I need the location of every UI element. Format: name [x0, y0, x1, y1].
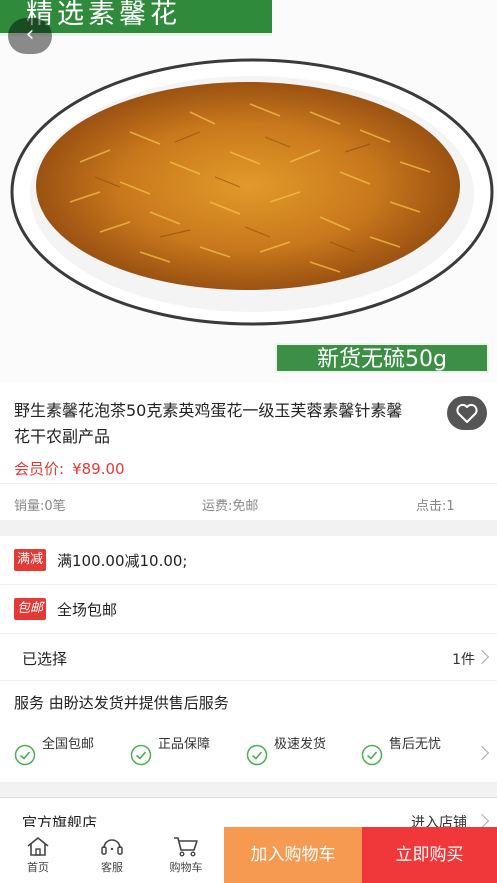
- promo-tag: 满减: [14, 549, 47, 571]
- feature-item: 正品保障: [130, 736, 240, 772]
- nav-label: 购物车: [169, 861, 203, 874]
- nav-label: 首页: [27, 861, 49, 874]
- price-value: ¥89.00: [72, 460, 125, 478]
- product-image[interactable]: 精选素馨花 ‹ 新货无硫50g: [0, 0, 497, 382]
- nav-cart[interactable]: 购物车: [156, 827, 216, 883]
- product-info: 野生素馨花泡茶50克素英鸡蛋花一级玉芙蓉素馨针素馨花干农副产品 会员价: ¥89.…: [0, 382, 497, 520]
- nav-label: 客服: [101, 861, 123, 874]
- shipping-fee: 运费:免邮: [202, 499, 259, 514]
- selection-label: 已选择: [22, 650, 68, 668]
- chevron-right-icon: [474, 649, 490, 665]
- feature-item: 全国包邮: [14, 736, 124, 772]
- favorite-button[interactable]: [447, 396, 487, 430]
- product-stats: 销量:0笔 运费:免邮 点击:1: [0, 483, 497, 520]
- feature-item: 极速发货: [246, 736, 356, 772]
- selection-row[interactable]: 已选择 1件: [0, 634, 497, 680]
- buy-now-button[interactable]: 立即购买: [362, 827, 497, 883]
- tea-plate-illustration: [10, 58, 494, 326]
- add-to-cart-button[interactable]: 加入购物车: [224, 827, 362, 883]
- cart-icon: [174, 837, 198, 857]
- headset-icon: [101, 839, 123, 855]
- product-title: 野生素馨花泡茶50克素英鸡蛋花一级玉芙蓉素馨针素馨花干农副产品: [14, 401, 403, 446]
- check-circle-icon: [361, 744, 383, 766]
- sales-count: 销量:0笔: [14, 499, 66, 514]
- feature-label: 全国包邮: [42, 737, 95, 752]
- promo-discount[interactable]: 满减 满100.00减10.00;: [0, 536, 497, 584]
- back-button[interactable]: ‹: [8, 18, 52, 54]
- nav-home[interactable]: 首页: [8, 827, 68, 883]
- feature-label: 售后无忧: [389, 737, 442, 752]
- price-label: 会员价:: [14, 460, 65, 478]
- feature-label: 正品保障: [158, 737, 211, 752]
- chevron-left-icon: ‹: [25, 22, 35, 47]
- check-circle-icon: [130, 744, 152, 766]
- hero-caption: 新货无硫50g: [275, 343, 489, 373]
- product-detail-page: 精选素馨花 ‹ 新货无硫50g 野生素馨花泡茶50克素英鸡蛋花一级玉芙蓉素馨针素…: [0, 0, 497, 883]
- service-features[interactable]: 全国包邮 正品保障 极速发货 售后无忧: [0, 722, 497, 782]
- service-text: 服务 由盼达发货并提供售后服务: [14, 694, 229, 712]
- click-count: 点击:1: [416, 499, 455, 514]
- check-circle-icon: [246, 744, 268, 766]
- shop-row[interactable]: 官方旗舰店 进入店铺: [0, 797, 497, 832]
- price-row: 会员价: ¥89.00: [14, 458, 125, 479]
- promo-free-shipping[interactable]: 包邮 全场包邮: [0, 585, 497, 633]
- check-circle-icon: [14, 744, 36, 766]
- promo-text: 全场包邮: [57, 601, 118, 619]
- feature-item: 售后无忧: [361, 736, 471, 772]
- selection-value: 1件: [452, 652, 475, 668]
- feature-label: 极速发货: [274, 737, 327, 752]
- chevron-right-icon: [474, 813, 490, 829]
- nav-customer-service[interactable]: 客服: [82, 827, 142, 883]
- promo-tag: 包邮: [14, 598, 47, 620]
- service-row: 服务 由盼达发货并提供售后服务: [0, 680, 497, 722]
- promo-text: 满100.00减10.00;: [57, 552, 188, 570]
- chevron-right-icon: [474, 745, 490, 761]
- home-icon: [27, 837, 49, 856]
- heart-icon: [456, 403, 478, 423]
- bottom-action-bar: 首页 客服 购物车 加入购物车 立即购买: [0, 827, 497, 883]
